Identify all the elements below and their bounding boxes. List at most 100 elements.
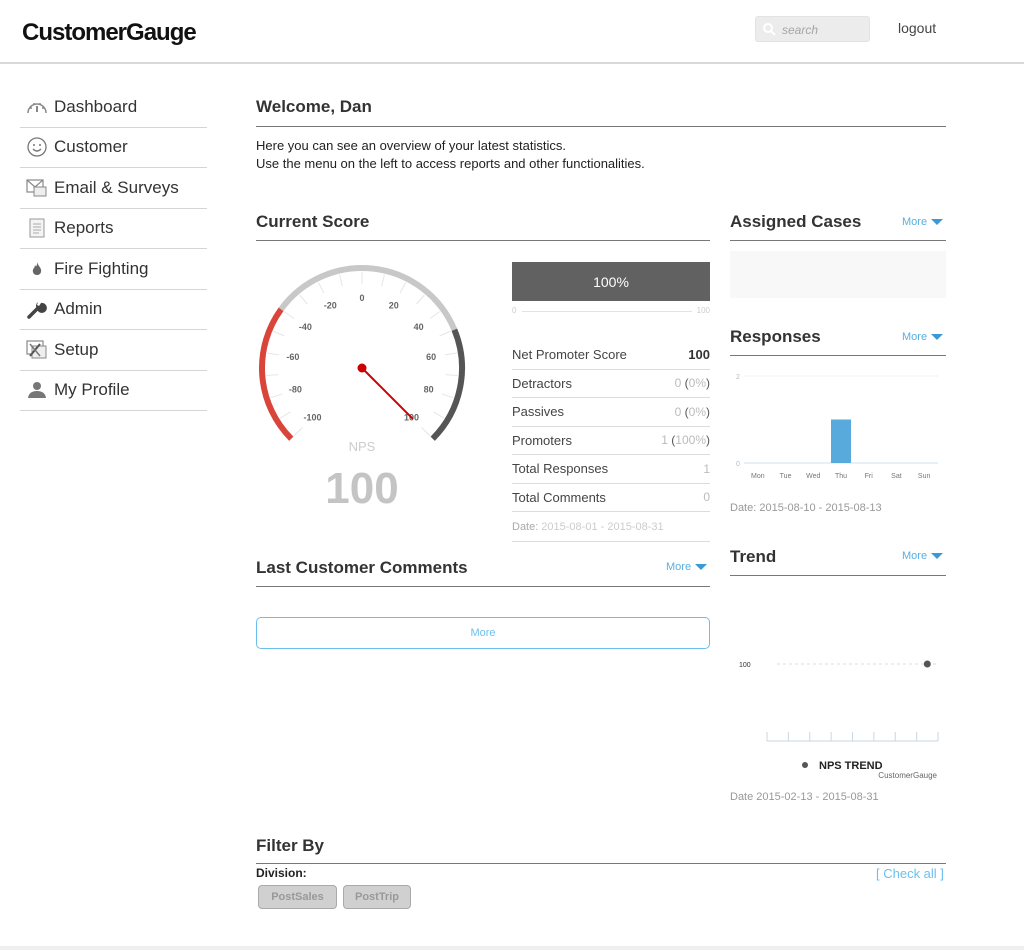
gauge-tick-label: 40 — [414, 322, 424, 332]
bar — [831, 419, 851, 463]
envelope-icon — [20, 179, 54, 197]
sidebar-item-my-profile[interactable]: My Profile — [20, 371, 207, 411]
more-label: More — [902, 550, 928, 562]
logo[interactable]: CustomerGauge — [22, 19, 197, 47]
filter-title: Filter By — [256, 836, 325, 855]
comments-more-link[interactable]: More — [666, 561, 708, 573]
search-input[interactable] — [782, 21, 866, 39]
stat-label: Total Responses — [512, 461, 609, 477]
flame-icon — [20, 261, 54, 277]
sidebar-item-fire-fighting[interactable]: Fire Fighting — [20, 249, 207, 290]
search-box[interactable] — [755, 16, 870, 42]
gauge-tick — [381, 274, 385, 287]
divider — [256, 586, 710, 587]
dropdown-triangle-icon — [931, 553, 944, 559]
sidebar-item-admin[interactable]: Admin — [20, 290, 207, 330]
legend-marker — [802, 762, 808, 768]
gauge-needle — [361, 367, 414, 420]
gauge-tick-label: -100 — [303, 412, 321, 422]
wrench-icon — [20, 299, 54, 319]
check-all-link[interactable]: [ Check all ] — [876, 866, 944, 881]
sidebar-item-label: Reports — [54, 218, 114, 238]
sidebar-item-label: Setup — [54, 339, 99, 359]
divider — [730, 240, 946, 241]
sidebar-item-label: Dashboard — [54, 96, 138, 116]
progress-label: 100% — [593, 273, 629, 290]
gauge-tick-label: -80 — [289, 385, 302, 395]
header: CustomerGauge logout — [0, 0, 1024, 64]
stat-row-passives: Passives 0 (0%) — [512, 398, 710, 427]
sidebar-item-customer[interactable]: Customer — [20, 128, 207, 168]
gauge-detractor-band — [259, 307, 294, 441]
divider — [256, 240, 710, 241]
logout-link[interactable]: logout — [898, 20, 936, 36]
document-icon — [20, 218, 54, 238]
gauge-tick — [299, 294, 308, 305]
date-label: Date: — [512, 520, 539, 533]
division-chip-posttrip[interactable]: PostTrip — [343, 885, 411, 909]
progress-axis-line — [522, 311, 692, 312]
gauge-needle-pivot — [357, 363, 367, 373]
trend-title: Trend — [730, 547, 777, 566]
footer-divider — [0, 946, 1024, 950]
sidebar-item-reports[interactable]: Reports — [20, 209, 207, 249]
progress-max-label: 100 — [696, 306, 710, 315]
gauge-tick-label: 60 — [426, 352, 436, 362]
assigned-cases-more-link[interactable]: More — [902, 216, 944, 228]
gauge-tick-label: 0 — [359, 293, 364, 303]
y-tick-label: 2 — [736, 374, 740, 381]
responses-date: Date: 2015-08-10 - 2015-08-13 — [730, 502, 882, 514]
x-tick-label: Wed — [806, 473, 820, 480]
trend-point — [923, 660, 931, 668]
dropdown-triangle-icon — [931, 219, 944, 225]
stat-row-total-responses: Total Responses 1 — [512, 455, 710, 484]
gauge-tick — [421, 427, 431, 437]
stat-row-nps: Net Promoter Score 100 — [512, 341, 710, 370]
stat-row-promoters: Promoters 1 (100%) — [512, 427, 710, 455]
welcome-line-1: Here you can see an overview of your lat… — [256, 138, 566, 153]
gauge-tick — [267, 352, 280, 356]
nps-progress-bar: 100% — [512, 262, 710, 301]
chart-credit: CustomerGauge — [878, 771, 937, 780]
sidebar-item-setup[interactable]: Setup — [20, 330, 207, 371]
nps-trend-chart: 100 NPS TRENDCustomerGauge — [739, 660, 939, 780]
responses-bar-chart: 0 2 Mon Tue Wed Thu Fri Sat Sun — [736, 374, 938, 480]
dropdown-triangle-icon — [695, 564, 708, 570]
comments-more-button[interactable]: More — [256, 617, 710, 649]
stat-value: 0 (0%) — [674, 376, 710, 391]
gauge-tick-label: -20 — [324, 301, 337, 311]
gauge-tick — [429, 311, 440, 320]
sidebar-item-label: Customer — [54, 137, 128, 157]
welcome-line-2: Use the menu on the left to access repor… — [256, 156, 645, 171]
gauge-value: 100 — [325, 464, 398, 513]
search-icon — [763, 23, 776, 36]
x-tick-label: Fri — [865, 473, 874, 480]
gauge-promoter-band — [430, 328, 465, 441]
welcome-text: Here you can see an overview of your lat… — [256, 137, 645, 173]
sidebar-item-dashboard[interactable]: Dashboard — [20, 87, 207, 128]
sidebar-item-label: Admin — [54, 299, 103, 319]
dashboard-gauge-icon — [20, 98, 54, 116]
division-chip-postsales[interactable]: PostSales — [258, 885, 337, 909]
gauge-tick — [441, 393, 454, 399]
gauge-tick — [279, 411, 291, 419]
x-tick-label: Tue — [780, 473, 792, 480]
divider — [730, 575, 946, 576]
setup-tools-icon — [20, 340, 54, 360]
legend-label: NPS TREND — [819, 760, 883, 772]
stat-value: 100 — [688, 347, 710, 363]
stat-row-detractors: Detractors 0 (0%) — [512, 370, 710, 398]
assigned-cases-empty-panel — [730, 251, 946, 298]
assigned-cases-title: Assigned Cases — [730, 212, 862, 231]
trend-date: Date 2015-02-13 - 2015-08-31 — [730, 791, 879, 803]
gauge-tick-label: 80 — [424, 385, 434, 395]
comments-title: Last Customer Comments — [256, 558, 468, 577]
sidebar-item-email-surveys[interactable]: Email & Surveys — [20, 168, 207, 209]
trend-more-link[interactable]: More — [902, 550, 944, 562]
stat-label: Net Promoter Score — [512, 347, 627, 363]
gauge-tick — [293, 427, 303, 437]
gauge-tick — [399, 282, 407, 294]
responses-title: Responses — [730, 327, 821, 346]
x-tick-label: Mon — [751, 473, 765, 480]
responses-more-link[interactable]: More — [902, 331, 944, 343]
